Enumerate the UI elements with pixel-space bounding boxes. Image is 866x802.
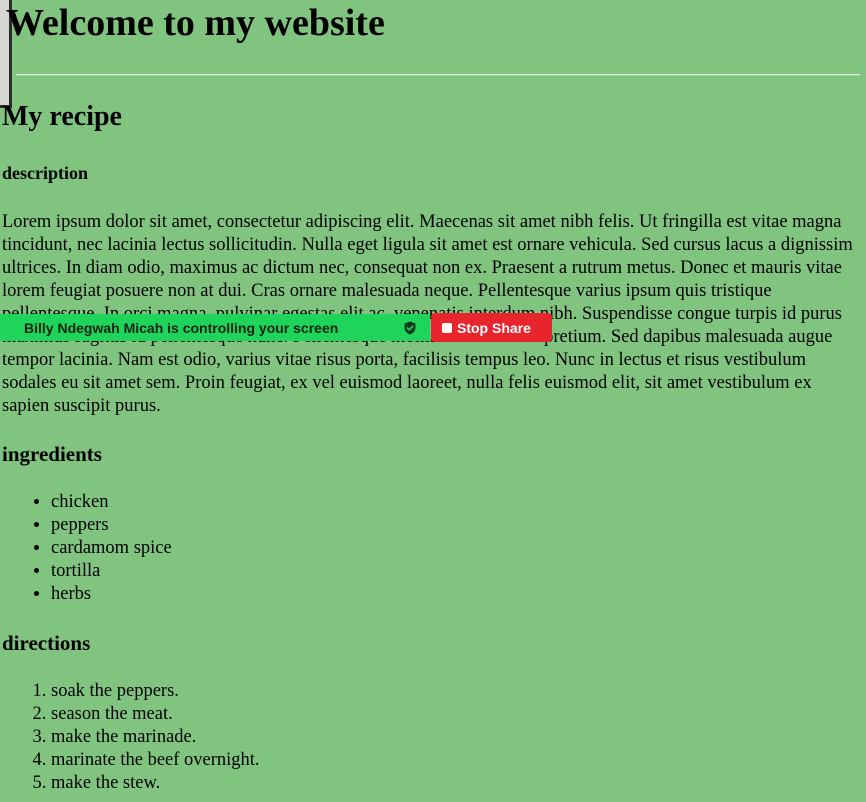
shield-check-icon [404, 321, 416, 335]
page-title: Welcome to my website [6, 2, 385, 44]
list-item: soak the peppers. [51, 680, 260, 703]
horizontal-rule [16, 74, 860, 76]
screen-share-banner: Billy Ndegwah Micah is controlling your … [0, 314, 430, 341]
list-item: peppers [51, 514, 172, 537]
stop-square-icon [442, 322, 452, 333]
list-item: marinate the beef overnight. [51, 749, 260, 772]
stop-share-button[interactable]: Stop Share [431, 313, 552, 342]
ingredients-heading: ingredients [2, 442, 102, 466]
list-item: season the meat. [51, 703, 260, 726]
screen-share-message: Billy Ndegwah Micah is controlling your … [24, 319, 339, 336]
ingredients-list: chicken peppers cardamom spice tortilla … [0, 491, 172, 606]
list-item: herbs [51, 583, 172, 606]
recipe-title: My recipe [2, 101, 122, 132]
web-page: Welcome to my website My recipe descript… [0, 0, 866, 802]
directions-list: soak the peppers. season the meat. make … [0, 680, 260, 795]
list-item: make the marinade. [51, 726, 260, 749]
stop-share-label: Stop Share [457, 319, 531, 336]
list-item: cardamom spice [51, 537, 172, 560]
list-item: chicken [51, 491, 172, 514]
list-item: make the stew. [51, 772, 260, 795]
description-heading: description [2, 163, 89, 183]
list-item: tortilla [51, 560, 172, 583]
directions-heading: directions [2, 631, 91, 655]
